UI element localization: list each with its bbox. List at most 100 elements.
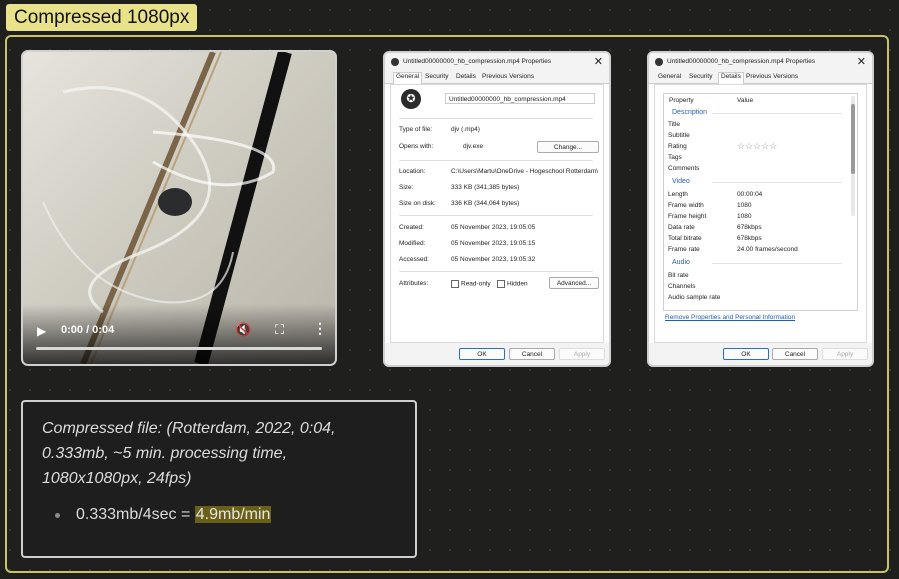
details-properties-dialog: Untitled00000000_hb_compression.mp4 Prop… xyxy=(647,51,874,367)
tab-general[interactable]: General xyxy=(658,73,681,80)
rating-stars[interactable]: ☆☆☆☆☆ xyxy=(737,141,777,152)
property-value: 00:00:04 xyxy=(737,191,763,198)
remove-properties-link[interactable]: Remove Properties and Personal Informati… xyxy=(665,314,795,321)
modified-label: Modified: xyxy=(399,240,426,247)
close-icon[interactable]: ✕ xyxy=(594,55,603,68)
opens-with-value: djv.exe xyxy=(463,143,484,150)
property-name: Frame rate xyxy=(668,246,700,253)
note-card[interactable]: Compressed file: (Rotterdam, 2022, 0:04,… xyxy=(21,400,417,558)
property-value: 678kbps xyxy=(737,235,762,242)
cancel-button[interactable]: Cancel xyxy=(509,348,555,360)
ok-button[interactable]: OK xyxy=(723,348,769,360)
dialog-footer: OK Cancel Apply xyxy=(649,343,872,365)
tab-security[interactable]: Security xyxy=(689,73,712,80)
property-name: Subtitle xyxy=(668,132,690,139)
opens-with-label: Opens with: xyxy=(399,143,434,150)
details-scrollbar[interactable] xyxy=(851,96,855,216)
general-properties-dialog: Untitled00000000_hb_compression.mp4 Prop… xyxy=(383,51,611,367)
property-name: Tags xyxy=(668,154,682,161)
size-on-disk-label: Size on disk: xyxy=(399,200,436,207)
property-value: 1080 xyxy=(737,202,752,209)
created-label: Created: xyxy=(399,224,424,231)
hidden-checkbox[interactable]: Hidden xyxy=(497,280,528,288)
scrollbar-thumb[interactable] xyxy=(851,104,855,174)
file-icon xyxy=(391,58,399,66)
bullet-text: 0.333mb/4sec = 4.9mb/min xyxy=(76,506,272,524)
file-icon xyxy=(655,58,663,66)
property-name: Comments xyxy=(668,165,700,172)
video-progress-bar[interactable] xyxy=(36,347,322,350)
advanced-button[interactable]: Advanced... xyxy=(549,277,599,289)
tab-general[interactable]: General xyxy=(393,72,423,84)
tab-previous-versions[interactable]: Previous Versions xyxy=(482,73,534,80)
dialog-footer: OK Cancel Apply xyxy=(385,343,609,365)
hidden-label: Hidden xyxy=(507,280,528,288)
property-name: Title xyxy=(668,121,681,128)
location-value: C:\Users\Martu\OneDrive - Hogeschool Rot… xyxy=(451,168,599,175)
apply-button[interactable]: Apply xyxy=(559,348,605,360)
bullet-dot xyxy=(55,513,60,518)
accessed-label: Accessed: xyxy=(399,256,429,263)
tab-previous-versions[interactable]: Previous Versions xyxy=(746,73,798,80)
group-label[interactable]: Compressed 1080px xyxy=(6,4,198,31)
checkbox-icon xyxy=(497,280,505,288)
property-name: Audio sample rate xyxy=(668,294,721,301)
fullscreen-icon[interactable]: ⛶ xyxy=(275,322,284,338)
modified-value: 05 November 2023, 19:05:15 xyxy=(451,240,536,247)
created-value: 05 November 2023, 19:05:05 xyxy=(451,224,536,231)
property-name: Total bitrate xyxy=(668,235,702,242)
property-name: Rating xyxy=(668,143,687,150)
details-list-box[interactable]: Property Value Description Title Subtitl… xyxy=(663,93,858,311)
divider xyxy=(399,160,593,161)
size-label: Size: xyxy=(399,184,414,191)
tab-details[interactable]: Details xyxy=(718,72,744,84)
tab-details[interactable]: Details xyxy=(456,73,476,80)
note-text: Compressed file: (Rotterdam, 2022, 0:04,… xyxy=(42,420,336,487)
property-name: Data rate xyxy=(668,224,695,231)
dialog-tabs: General Security Details Previous Versio… xyxy=(385,71,609,84)
description-section-header: Description xyxy=(672,109,843,116)
ok-button[interactable]: OK xyxy=(459,348,505,360)
divider xyxy=(399,118,593,119)
dialog-tabs: General Security Details Previous Versio… xyxy=(649,71,872,84)
attributes-label: Attributes: xyxy=(399,280,429,287)
mute-icon[interactable]: 🔇 xyxy=(235,322,251,338)
property-column-header[interactable]: Property xyxy=(669,97,694,104)
video-time: 0:00 / 0:04 xyxy=(61,324,115,336)
property-name: Bit rate xyxy=(668,272,689,279)
property-name: Length xyxy=(668,191,688,198)
more-options-icon[interactable]: ⋮ xyxy=(313,320,327,337)
bullet-highlight: 4.9mb/min xyxy=(194,506,272,523)
property-value: 24.00 frames/second xyxy=(737,246,798,253)
type-label: Type of file: xyxy=(399,126,433,133)
readonly-checkbox[interactable]: Read-only xyxy=(451,280,491,288)
film-reel-icon: ✪ xyxy=(401,89,421,109)
play-icon[interactable]: ▶ xyxy=(37,324,51,338)
value-column-header[interactable]: Value xyxy=(737,97,753,104)
filename-field[interactable]: Untitled00000000_hb_compression.mp4 xyxy=(445,93,595,104)
video-player[interactable]: ▶ 0:00 / 0:04 🔇 ⛶ ⋮ xyxy=(21,50,337,366)
apply-button[interactable]: Apply xyxy=(822,348,868,360)
change-button[interactable]: Change... xyxy=(537,141,599,153)
audio-section-header: Audio xyxy=(672,259,842,266)
video-controls: ▶ 0:00 / 0:04 🔇 ⛶ ⋮ xyxy=(23,304,335,364)
property-value: 1080 xyxy=(737,213,752,220)
property-name: Frame height xyxy=(668,213,707,220)
dialog-titlebar: Untitled00000000_hb_compression.mp4 Prop… xyxy=(385,53,609,71)
divider xyxy=(399,271,593,272)
bullet-prefix: 0.333mb/4sec = xyxy=(76,506,195,523)
location-label: Location: xyxy=(399,168,426,175)
checkbox-icon xyxy=(451,280,459,288)
close-icon[interactable]: ✕ xyxy=(857,55,866,68)
dialog-titlebar: Untitled00000000_hb_compression.mp4 Prop… xyxy=(649,53,872,71)
property-value: 678kbps xyxy=(737,224,762,231)
type-value: djv (.mp4) xyxy=(451,126,480,133)
dialog-title: Untitled00000000_hb_compression.mp4 Prop… xyxy=(667,58,816,65)
property-name: Channels xyxy=(668,283,696,290)
accessed-value: 05 November 2023, 19:05:32 xyxy=(451,256,536,263)
tab-security[interactable]: Security xyxy=(425,73,448,80)
divider xyxy=(399,215,593,216)
size-value: 333 KB (341,385 bytes) xyxy=(451,184,520,191)
video-section-header: Video xyxy=(672,178,840,185)
cancel-button[interactable]: Cancel xyxy=(772,348,818,360)
